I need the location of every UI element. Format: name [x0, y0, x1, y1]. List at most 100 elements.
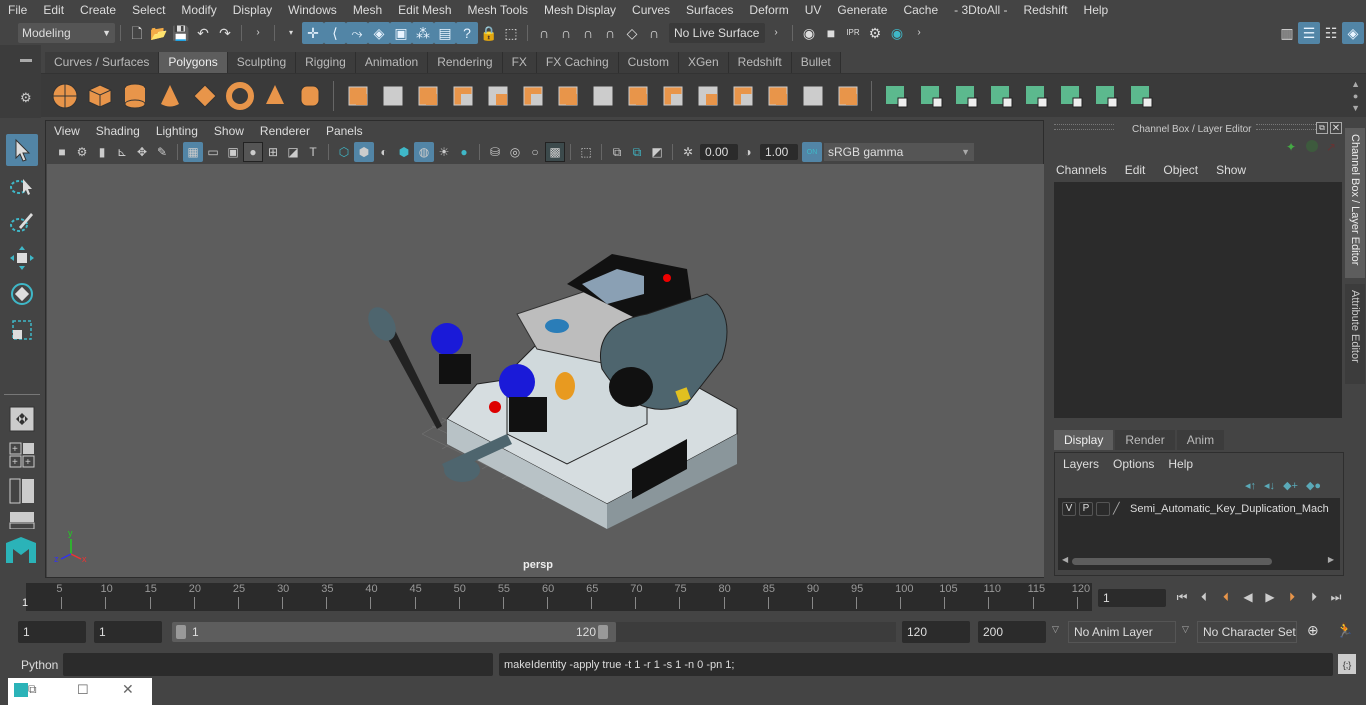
anim-layer-dropdown[interactable]: No Anim Layer	[1068, 621, 1176, 643]
snap-grid-icon[interactable]: ◈	[368, 21, 390, 44]
drag-handle[interactable]	[1054, 124, 1114, 130]
gamma-icon[interactable]: ◑	[738, 142, 758, 162]
render-view-icon[interactable]: ◉	[798, 22, 820, 44]
image-plane-icon[interactable]: ⊾	[112, 142, 132, 162]
scale-tool[interactable]	[6, 314, 38, 346]
shelf-bevel-button[interactable]	[480, 78, 515, 113]
snap-curve-icon[interactable]: ▣	[390, 21, 412, 44]
menu-3dtoall[interactable]: - 3DtoAll -	[946, 3, 1015, 17]
viewport-menu-view[interactable]: View	[46, 124, 88, 138]
move-layer-up-icon[interactable]: ◂↑	[1245, 479, 1256, 492]
camera-icon[interactable]: ■	[52, 142, 72, 162]
move-layer-down-icon[interactable]: ◂↓	[1264, 479, 1275, 492]
shelf-slide-button[interactable]	[830, 78, 865, 113]
shelf-mirror-button[interactable]	[410, 78, 445, 113]
safe-action-icon[interactable]: ◪	[283, 142, 303, 162]
exposure-icon[interactable]: ✲	[678, 142, 698, 162]
status-circle-icon[interactable]	[1306, 140, 1318, 152]
scroll-left-icon[interactable]: ◀	[1062, 555, 1068, 564]
menu-edit-mesh[interactable]: Edit Mesh	[390, 3, 459, 17]
playback-start-field[interactable]: 1	[94, 621, 162, 643]
tab-redshift[interactable]: Redshift	[728, 52, 792, 73]
shelf-uv-unfold-button[interactable]	[1053, 78, 1088, 113]
menu-windows[interactable]: Windows	[280, 3, 345, 17]
script-editor-icon[interactable]: {;}	[1338, 654, 1356, 674]
tab-bullet[interactable]: Bullet	[791, 52, 841, 73]
collapse-arrow-icon[interactable]: ›	[908, 22, 930, 44]
shelf-bridge-edge-button[interactable]	[620, 78, 655, 113]
step-back-icon[interactable]: ⏴	[1194, 587, 1214, 607]
channel-menu-channels[interactable]: Channels	[1056, 163, 1107, 177]
rotate-tool[interactable]	[6, 278, 38, 310]
menu-edit[interactable]: Edit	[35, 3, 72, 17]
maximize-icon[interactable]: ☐	[77, 682, 89, 698]
shelf-poly-pipe-button[interactable]	[292, 78, 327, 113]
layer-menu-help[interactable]: Help	[1168, 457, 1193, 471]
tab-animation[interactable]: Animation	[355, 52, 429, 73]
animation-prefs-icon[interactable]: 🏃	[1336, 622, 1353, 639]
select-tool[interactable]	[6, 134, 38, 166]
bookmark-icon[interactable]: ▮	[92, 142, 112, 162]
collapse-arrow-icon[interactable]: ›	[765, 22, 787, 44]
gamma-field[interactable]: 1.00	[760, 144, 798, 160]
shelf-uv-planar-button[interactable]	[913, 78, 948, 113]
go-to-end-icon[interactable]: ⏭	[1326, 587, 1346, 607]
shelf-poly-torus-button[interactable]	[222, 78, 257, 113]
move-tool[interactable]	[6, 242, 38, 274]
auto-key-icon[interactable]: ⊕	[1307, 622, 1319, 639]
modeling-toolkit-icon[interactable]: ▥	[1276, 22, 1298, 44]
channel-box-icon[interactable]: ◈	[1342, 21, 1364, 44]
menu-deform[interactable]: Deform	[741, 3, 796, 17]
shelf-uv-cylindrical-button[interactable]	[948, 78, 983, 113]
resolution-gate-icon[interactable]: ▣	[223, 142, 243, 162]
shelf-extrude-button[interactable]	[550, 78, 585, 113]
layer-menu-layers[interactable]: Layers	[1063, 457, 1099, 471]
char-set-chevron-icon[interactable]: ▽	[1182, 624, 1189, 635]
new-layer-icon[interactable]: ◆+	[1283, 479, 1298, 492]
save-scene-icon[interactable]: 💾	[170, 22, 192, 44]
shelf-bridge-button[interactable]	[515, 78, 550, 113]
hud-icon[interactable]: ◩	[647, 142, 667, 162]
snap-to-view-icon[interactable]: ∩	[599, 22, 621, 44]
lasso-tool[interactable]	[6, 170, 38, 202]
play-forward-icon[interactable]: ▶	[1260, 587, 1280, 607]
end-time-field[interactable]: 200	[978, 621, 1046, 643]
menu-mesh[interactable]: Mesh	[345, 3, 390, 17]
shelf-poly-pyramid-button[interactable]	[257, 78, 292, 113]
persp-graph-layout[interactable]	[6, 511, 38, 529]
manipulator-icon[interactable]: ✦	[1286, 140, 1296, 154]
shelf-poly-cube-button[interactable]	[82, 78, 117, 113]
tab-rigging[interactable]: Rigging	[296, 52, 356, 73]
live-surface-field[interactable]: No Live Surface	[669, 22, 765, 43]
playback-toggle[interactable]: P	[1079, 502, 1093, 516]
character-set-dropdown[interactable]: No Character Set	[1197, 621, 1297, 643]
menu-file[interactable]: File	[0, 3, 35, 17]
grease-pencil-icon[interactable]: ✎	[152, 142, 172, 162]
open-scene-icon[interactable]: 📂	[148, 22, 170, 44]
menu-redshift[interactable]: Redshift	[1016, 3, 1076, 17]
shelf-settings-gear-icon[interactable]: ⚙	[20, 90, 32, 106]
isolate-select-icon[interactable]: ⬚	[576, 142, 596, 162]
shelf-uv-automatic-button[interactable]	[1018, 78, 1053, 113]
safe-title-icon[interactable]: T	[303, 142, 323, 162]
step-forward-key-icon[interactable]: ⏵	[1282, 587, 1302, 607]
grid-icon[interactable]: ▦	[183, 142, 203, 162]
tab-xgen[interactable]: XGen	[678, 52, 729, 73]
shelf-uv-editor-button[interactable]	[1088, 78, 1123, 113]
lock-icon[interactable]: 🔒	[478, 22, 500, 44]
scroll-down-icon[interactable]: ▼	[1351, 102, 1360, 114]
xray-joints-icon[interactable]: ⧉	[607, 142, 627, 162]
scrollbar-thumb[interactable]	[1072, 558, 1272, 565]
shelf-poly-sphere-button[interactable]	[47, 78, 82, 113]
shelf-poly-cone-button[interactable]	[152, 78, 187, 113]
menu-surfaces[interactable]: Surfaces	[678, 3, 741, 17]
menu-curves[interactable]: Curves	[624, 3, 678, 17]
play-backward-icon[interactable]: ◀	[1238, 587, 1258, 607]
command-input[interactable]	[63, 653, 493, 676]
tab-custom[interactable]: Custom	[618, 52, 679, 73]
xray-active-icon[interactable]: ⧉	[627, 142, 647, 162]
shelf-mirror-cut-button[interactable]	[795, 78, 830, 113]
color-management-toggle[interactable]: ON	[802, 142, 822, 162]
tab-polygons[interactable]: Polygons	[159, 52, 228, 73]
film-gate-icon[interactable]: ▭	[203, 142, 223, 162]
